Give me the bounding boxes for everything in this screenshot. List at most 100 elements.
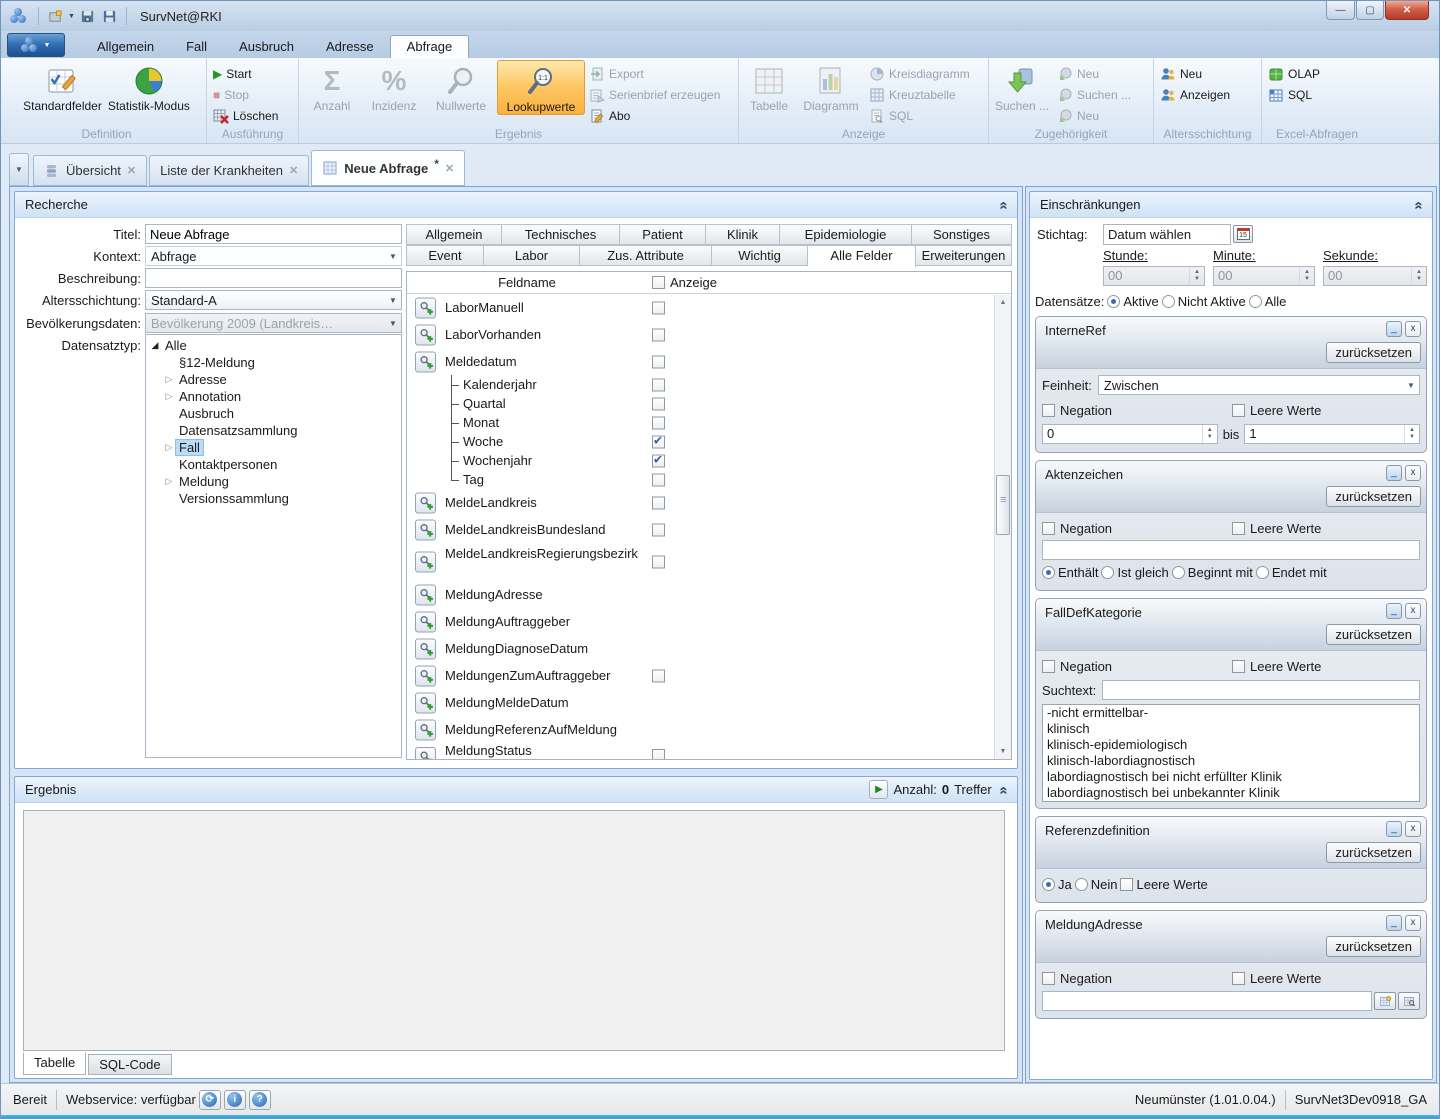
field-name[interactable]: Wochenjahr xyxy=(463,453,665,469)
field-tab-zus-attribute[interactable]: Zus. Attribute xyxy=(580,245,712,266)
field-tab-sonstiges[interactable]: Sonstiges xyxy=(912,224,1012,245)
lookup-values-icon-button[interactable] xyxy=(415,692,436,713)
zuruecksetzen-button[interactable]: zurücksetzen xyxy=(1326,842,1421,863)
nicht-aktive-label[interactable]: Nicht Aktive xyxy=(1178,294,1246,309)
tree-item[interactable]: Ausbruch xyxy=(146,405,401,422)
collapse-chevron-icon[interactable]: « xyxy=(1410,201,1427,207)
help-icon[interactable]: ? xyxy=(249,1090,271,1110)
anzeige-checkbox[interactable] xyxy=(652,523,665,536)
zugehoerigkeit-neu-button[interactable]: Neu xyxy=(1053,63,1148,84)
leere-werte-label[interactable]: Leere Werte xyxy=(1250,521,1321,536)
titel-input[interactable] xyxy=(145,224,402,244)
vertical-scrollbar[interactable]: ▲ ▼ xyxy=(994,295,1011,759)
quick-access-dropdown-icon[interactable]: ▼ xyxy=(68,13,75,20)
ribbon-tab-abfrage[interactable]: Abfrage xyxy=(390,35,470,58)
anzeige-sql-button[interactable]: SQL xyxy=(865,105,983,126)
tree-item[interactable]: Kontaktpersonen xyxy=(146,456,401,473)
zuruecksetzen-button[interactable]: zurücksetzen xyxy=(1326,936,1421,957)
field-name[interactable]: MeldungStatus xyxy=(445,743,647,759)
collapse-chevron-icon[interactable]: « xyxy=(995,786,1012,792)
standardfelder-button[interactable]: Standardfelder xyxy=(23,60,102,113)
olap-button[interactable]: OLAP xyxy=(1264,63,1370,84)
search-address-icon[interactable] xyxy=(1398,992,1420,1010)
von-spinner[interactable]: 0▲▼ xyxy=(1042,424,1218,444)
result-tab-tabelle[interactable]: Tabelle xyxy=(23,1052,86,1075)
minimize-box-button[interactable]: _ xyxy=(1386,915,1402,931)
altersschichtung-anzeigen-button[interactable]: Anzeigen xyxy=(1156,84,1259,105)
anzeige-checkbox[interactable] xyxy=(652,454,665,467)
expander-icon[interactable]: ▷ xyxy=(162,391,176,402)
tab-liste-der-krankheiten[interactable]: Liste der Krankheiten ✕ xyxy=(149,155,309,186)
tree-item[interactable]: §12-Meldung xyxy=(146,354,401,371)
altersschichtung-neu-button[interactable]: Neu xyxy=(1156,63,1259,84)
close-box-button[interactable]: x xyxy=(1405,821,1421,837)
close-box-button[interactable]: x xyxy=(1405,321,1421,337)
aktenzeichen-input[interactable] xyxy=(1042,540,1420,560)
field-name[interactable]: LaborVorhanden xyxy=(445,327,647,343)
ribbon-tab-adresse[interactable]: Adresse xyxy=(310,36,390,58)
calendar-icon[interactable]: 15 xyxy=(1233,225,1253,243)
field-tab-klinik[interactable]: Klinik xyxy=(706,224,780,245)
expander-icon[interactable]: ▷ xyxy=(162,442,176,453)
alle-radio[interactable] xyxy=(1249,295,1262,308)
leere-werte-label[interactable]: Leere Werte xyxy=(1250,403,1321,418)
zuruecksetzen-button[interactable]: zurücksetzen xyxy=(1326,486,1421,507)
zugehoerigkeit-suchen-button[interactable]: Suchen ... xyxy=(991,60,1053,113)
leere-werte-checkbox[interactable] xyxy=(1120,878,1133,891)
lookup-values-icon-button[interactable] xyxy=(415,638,436,659)
field-name[interactable]: Kalenderjahr xyxy=(463,377,665,393)
lookup-values-icon-button[interactable] xyxy=(415,665,436,686)
close-box-button[interactable]: x xyxy=(1405,465,1421,481)
negation-checkbox[interactable] xyxy=(1042,404,1055,417)
negation-checkbox[interactable] xyxy=(1042,972,1055,985)
tab-close-icon[interactable]: ✕ xyxy=(127,164,136,177)
leere-werte-checkbox[interactable] xyxy=(1232,972,1245,985)
field-name[interactable]: MeldungAuftraggeber xyxy=(445,614,647,630)
run-query-button[interactable]: ▶ xyxy=(869,780,888,799)
field-name[interactable]: MeldungReferenzAufMeldung xyxy=(445,722,647,738)
falldef-option[interactable]: labordiagnostisch bei unbekannter Klinik xyxy=(1043,785,1419,801)
field-name[interactable]: MeldungAdresse xyxy=(445,587,647,603)
expander-icon[interactable]: ▷ xyxy=(162,374,176,385)
info-icon[interactable]: i xyxy=(224,1090,246,1110)
field-name[interactable]: Quartal xyxy=(463,396,665,412)
zuruecksetzen-button[interactable]: zurücksetzen xyxy=(1326,342,1421,363)
ribbon-tab-fall[interactable]: Fall xyxy=(170,36,223,58)
field-name[interactable]: Monat xyxy=(463,415,665,431)
field-name[interactable]: Woche xyxy=(463,434,665,450)
lookup-values-icon-button[interactable] xyxy=(415,584,436,605)
field-name[interactable]: MeldeLandkreisBundesland xyxy=(445,522,647,538)
minimize-box-button[interactable]: _ xyxy=(1386,603,1402,619)
ja-radio[interactable] xyxy=(1042,878,1055,891)
leere-werte-label[interactable]: Leere Werte xyxy=(1250,971,1321,986)
stichtag-date-field[interactable]: Datum wählen xyxy=(1103,224,1231,245)
ribbon-tab-ausbruch[interactable]: Ausbruch xyxy=(223,36,310,58)
lookup-values-icon-button[interactable] xyxy=(415,351,436,372)
tree-item[interactable]: ▷Fall xyxy=(146,439,401,456)
altersschichtung-select[interactable]: Standard-A ▼ xyxy=(145,290,402,310)
maximize-button[interactable]: ▢ xyxy=(1356,1,1384,20)
scrollbar-thumb[interactable] xyxy=(996,475,1010,535)
falldef-option[interactable]: klinisch-epidemiologisch xyxy=(1043,737,1419,753)
quick-access-box-icon[interactable] xyxy=(45,7,65,25)
application-menu-button[interactable]: ▼ xyxy=(7,33,65,57)
tab-scroll-button[interactable]: ▼ xyxy=(9,153,29,186)
leere-werte-checkbox[interactable] xyxy=(1232,522,1245,535)
kreuztabelle-button[interactable]: Kreuztabelle xyxy=(865,84,983,105)
serienbrief-button[interactable]: Serienbrief erzeugen xyxy=(585,84,735,105)
anzeige-checkbox[interactable] xyxy=(652,749,665,759)
scroll-down-icon[interactable]: ▼ xyxy=(996,744,1010,759)
field-name[interactable]: Meldedatum xyxy=(445,354,647,370)
field-name[interactable]: Tag xyxy=(463,472,665,488)
beschreibung-input[interactable] xyxy=(145,268,402,288)
anzeige-checkbox[interactable] xyxy=(652,328,665,341)
negation-label[interactable]: Negation xyxy=(1060,521,1112,536)
meldung-adresse-input[interactable] xyxy=(1042,991,1372,1011)
lookup-values-icon-button[interactable] xyxy=(415,611,436,632)
minimize-box-button[interactable]: _ xyxy=(1386,465,1402,481)
tree-item[interactable]: ▷Adresse xyxy=(146,371,401,388)
zuruecksetzen-button[interactable]: zurücksetzen xyxy=(1326,624,1421,645)
field-tab-erweiterungen[interactable]: Erweiterungen xyxy=(916,245,1012,266)
feldname-column-header[interactable]: Feldname xyxy=(407,275,647,290)
feinheit-select[interactable]: Zwischen ▼ xyxy=(1098,375,1420,395)
